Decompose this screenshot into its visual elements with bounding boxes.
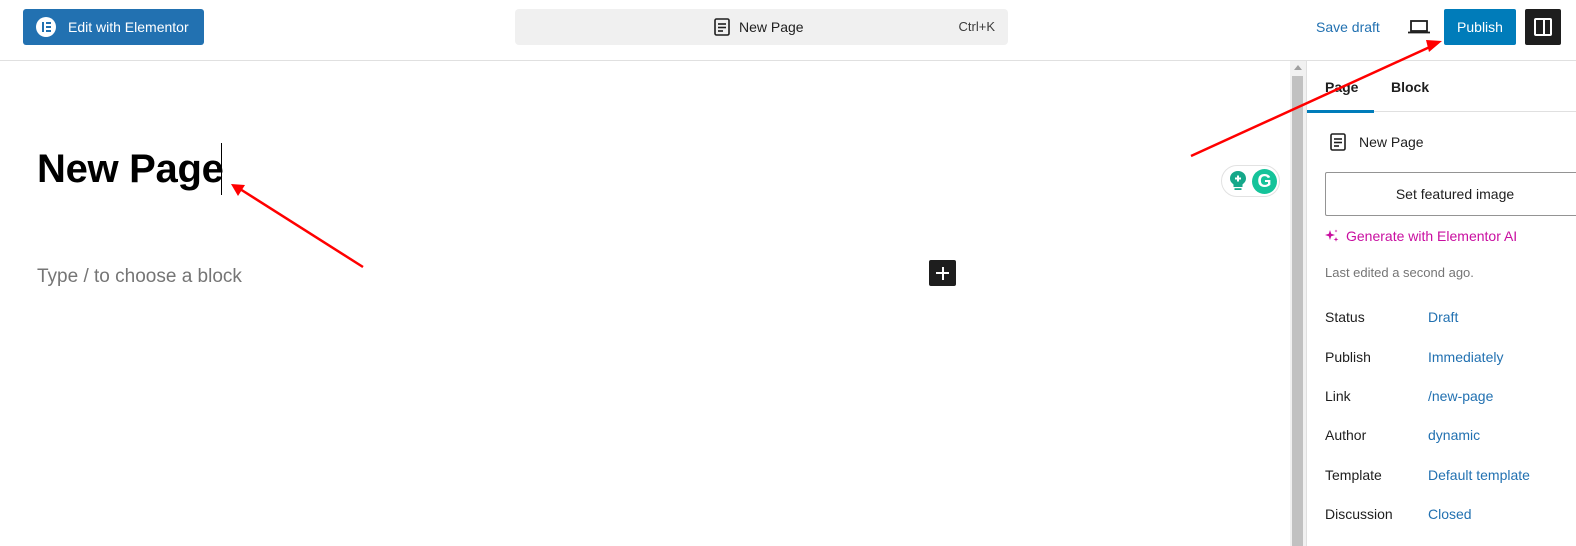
save-draft-button[interactable]: Save draft <box>1316 19 1380 35</box>
text-caret <box>221 143 222 195</box>
set-featured-image-button[interactable]: Set featured image <box>1325 172 1576 216</box>
command-palette-bar[interactable]: New Page Ctrl+K <box>515 9 1008 45</box>
publish-date-link[interactable]: Immediately <box>1428 349 1503 365</box>
grammarly-widget[interactable]: G <box>1221 165 1280 197</box>
document-summary: New Page <box>1329 133 1424 151</box>
last-edited-text: Last edited a second ago. <box>1325 265 1474 280</box>
meta-label: Link <box>1325 388 1351 404</box>
status-value-link[interactable]: Draft <box>1428 309 1458 325</box>
preview-laptop-icon[interactable] <box>1407 17 1431 37</box>
discussion-link[interactable]: Closed <box>1428 506 1472 522</box>
generate-with-elementor-ai-link[interactable]: Generate with Elementor AI <box>1325 228 1517 244</box>
block-placeholder[interactable]: Type / to choose a block <box>37 266 242 288</box>
meta-label: Author <box>1325 427 1367 443</box>
active-tab-indicator <box>1307 110 1374 113</box>
page-icon <box>1330 133 1346 151</box>
tab-block[interactable]: Block <box>1391 79 1429 95</box>
settings-sidebar-toggle-button[interactable] <box>1525 9 1561 45</box>
settings-sidebar: Page Block New Page Set featured image G… <box>1306 61 1576 546</box>
canvas-scrollbar[interactable] <box>1290 61 1306 546</box>
author-link[interactable]: dynamic <box>1428 427 1480 443</box>
scrollbar-thumb[interactable] <box>1292 76 1303 546</box>
page-icon <box>714 18 730 36</box>
grammarly-bulb-icon[interactable] <box>1228 170 1248 192</box>
generate-ai-label: Generate with Elementor AI <box>1346 228 1518 244</box>
grammarly-logo-icon[interactable]: G <box>1252 169 1277 194</box>
sidebar-panel-divider <box>1543 18 1545 36</box>
sidebar-tabs: Page Block <box>1307 61 1576 113</box>
command-shortcut: Ctrl+K <box>958 19 995 34</box>
edit-with-elementor-label: Edit with Elementor <box>68 19 189 35</box>
edit-with-elementor-button[interactable]: Edit with Elementor <box>23 9 204 45</box>
add-block-button[interactable] <box>929 260 956 286</box>
sparkle-icon <box>1325 229 1339 242</box>
permalink-link[interactable]: /new-page <box>1428 388 1493 404</box>
page-title-input[interactable]: New Page <box>37 147 224 192</box>
meta-label: Status <box>1325 309 1365 325</box>
editor-header: Edit with Elementor New Page Ctrl+K Save… <box>0 0 1576 61</box>
meta-label: Discussion <box>1325 506 1393 522</box>
document-title: New Page <box>1359 134 1424 150</box>
scroll-up-arrow-icon[interactable] <box>1294 65 1302 70</box>
command-bar-title: New Page <box>739 19 804 35</box>
meta-label: Template <box>1325 467 1382 483</box>
publish-button[interactable]: Publish <box>1444 9 1516 45</box>
template-link[interactable]: Default template <box>1428 467 1530 483</box>
editor-canvas[interactable]: New Page Type / to choose a block G <box>0 61 1290 546</box>
meta-label: Publish <box>1325 349 1371 365</box>
elementor-logo-icon <box>36 17 56 37</box>
tab-page[interactable]: Page <box>1325 79 1358 95</box>
